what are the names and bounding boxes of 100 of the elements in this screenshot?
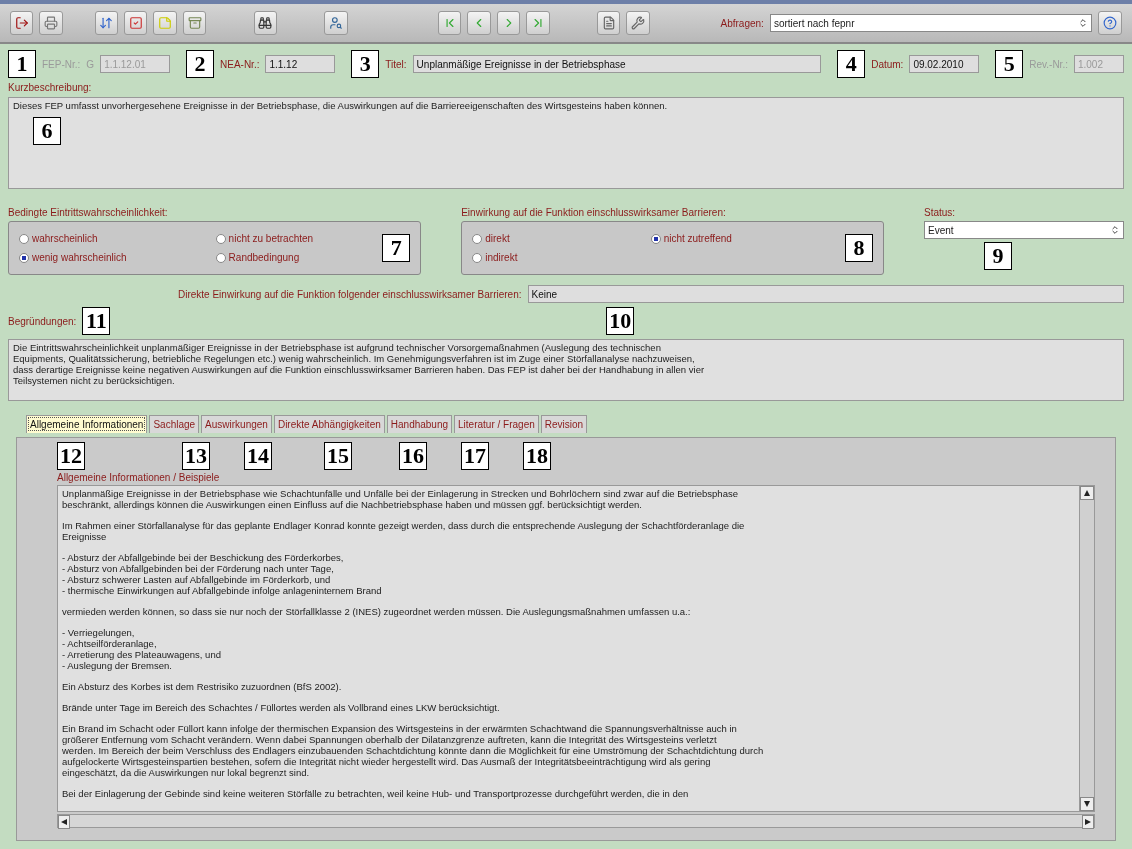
- checkbox-button[interactable]: [124, 11, 148, 35]
- checkbox-icon: [128, 16, 143, 30]
- field-label: FEP-Nr.:: [42, 58, 81, 70]
- radio-option[interactable]: Randbedingung: [215, 252, 373, 263]
- first-record-button[interactable]: [437, 11, 462, 35]
- group-label: Bedingte Eintrittswahrscheinlichkeit:: [8, 207, 169, 218]
- group-label: Einwirkung auf die Funktion einschlusswirksamer Barrieren:: [461, 207, 727, 218]
- callout-number: 17: [461, 442, 489, 470]
- field-label: NEA-Nr.:: [220, 58, 260, 70]
- radio-option[interactable]: indirekt: [472, 252, 621, 263]
- up-arrow-icon: [1083, 489, 1091, 497]
- callout-number: 11: [82, 307, 111, 335]
- left-arrow-icon: [60, 818, 68, 826]
- exit-icon: [14, 16, 29, 30]
- paragraph-text: Ein Brand im Schacht oder Füllort kann infolge der thermischen Expansion des Wirtsgesteins in der erwärmten Schachtwand die Spannungsverhältnisse auch in größerer Entfernung vom Schacht verändern. Wenn dabei Spannungen oberhalb der Dilatanzgrenze auftreten, kann die Integrität des Wirtsgesteins verletzt werden. Im Bereich der beim Verschluss des Endlagers einzubauenden Schachtdichtung könnte dann die Möglichkeit für eine Umströmung der Schachtdichtung durch aufgelockerte Wirtsgesteinspartien bestehen, sofern die Integrität nicht wieder hergestellt wird. Das Ausmaß der Integritätsbeeinträchtigung wird als gering eingeschätzt, da die Auswirkungen nur lokal begrenzt sind.: [62, 723, 765, 778]
- radio-option[interactable]: nicht zu betrachten: [215, 233, 373, 244]
- text-area[interactable]: [8, 339, 1124, 401]
- reasons-text: Die Eintrittswahrscheinlichkeit unplanmäßiger Ereignisse in der Betriebsphase ist aufgrund technischer Vorsorgemaßnahmen (Auslegung des technischen Equipments, Qualitätssicherung, betriebliche Regelungen etc.) wenig wahrscheinlich. Im Genehmigungsverfahren ist im Zuge einer Störfallanalyse nachzuweisen, dass derartige Ereignisse keine negativen Auswirkungen auf die Funktion einschlusswirksamer Barrieren haben. Das FEP ist daher bei der Handhabung in allen vier Teilsystemen nicht zu berücksichtigen.: [13, 342, 706, 386]
- tab[interactable]: Direkte Abhängigkeiten: [273, 415, 385, 433]
- sort-icon: [99, 16, 114, 30]
- help-icon: [1103, 16, 1118, 30]
- status-select[interactable]: Event: [924, 221, 1124, 239]
- text-area[interactable]: [57, 485, 1095, 812]
- text-field[interactable]: 1.1.12: [265, 55, 336, 73]
- callout-number: 5: [995, 50, 1024, 78]
- paragraph-text: Unplanmäßige Ereignisse in der Betriebsphase wie Schachtunfälle und Unfälle bei der Einlagerung in Strecken und Bohrlöchern sind zwar auf die Betriebsphase beschränkt, allerdings können die Auswirkungen einen Einfluss auf die Nachbetriebsphase haben und müssen ggf. berücksichtigt werden.: [62, 488, 739, 510]
- print-icon: [44, 16, 59, 30]
- radio-label: indirekt: [485, 252, 518, 263]
- query-label: Abfragen:: [720, 17, 764, 29]
- text-field[interactable]: Keine: [527, 285, 1124, 303]
- callout-number: 12: [57, 442, 85, 470]
- text-field[interactable]: 09.02.2010: [909, 55, 980, 73]
- radio-option[interactable]: wenig wahrscheinlich: [19, 252, 186, 263]
- tab[interactable]: Revision: [540, 415, 588, 433]
- tab[interactable]: Literatur / Fragen: [454, 415, 539, 433]
- radio-label: wahrscheinlich: [32, 233, 98, 244]
- section-label: Allgemeine Informationen / Beispiele: [57, 472, 221, 483]
- query-select[interactable]: sortiert nach fepnr: [769, 14, 1093, 32]
- radio-label: Randbedingung: [228, 252, 300, 263]
- tab[interactable]: Sachlage: [149, 415, 200, 433]
- user-search-icon: [328, 16, 343, 30]
- radio-option[interactable]: direkt: [472, 233, 621, 244]
- radio-label: direkt: [485, 233, 510, 244]
- binoculars-button[interactable]: [253, 11, 278, 35]
- callout-number: 14: [244, 442, 272, 470]
- radio-option[interactable]: wahrscheinlich: [19, 233, 186, 244]
- radio-option[interactable]: nicht zutreffend: [650, 233, 835, 244]
- previous-record-button[interactable]: [467, 11, 491, 35]
- radio-label: nicht zutreffend: [663, 233, 732, 244]
- right-arrow-icon: [1084, 818, 1092, 826]
- description-text: Dieses FEP umfasst unvorhergesehene Ereignisse in der Betriebsphase, die Auswirkungen auf die Barriereeigenschaften des Wirtsgesteins haben können.: [13, 100, 669, 111]
- document-button[interactable]: [596, 11, 621, 35]
- callout-number: 10: [606, 307, 635, 335]
- exit-button[interactable]: [10, 11, 34, 35]
- next-record-button[interactable]: [496, 11, 521, 35]
- callout-number: 16: [399, 442, 427, 470]
- dropdown-icon: [1110, 225, 1120, 235]
- horizontal-scrollbar[interactable]: [57, 814, 1095, 828]
- callout-number: 18: [523, 442, 551, 470]
- note-button[interactable]: [153, 11, 177, 35]
- callout-number: 15: [324, 442, 352, 470]
- status-label: Status:: [924, 207, 956, 218]
- paragraph-text: Ein Absturz des Korbes ist dem Restrisiko zuzuordnen (BfS 2002).: [62, 681, 343, 692]
- callout-number: 8: [845, 234, 873, 262]
- note-icon: [158, 16, 173, 30]
- wrench-button[interactable]: [626, 11, 650, 35]
- archive-button[interactable]: [182, 11, 207, 35]
- callout-number: 2: [186, 50, 214, 78]
- text-area[interactable]: Dieses FEP umfasst unvorhergesehene Ereignisse in der Betriebsphase, die Auswirkungen auf die Barriereeigenschaften des Wirtsgesteins haben können. 6: [8, 97, 1124, 189]
- dropdown-icon: [1078, 18, 1089, 28]
- user-search-button[interactable]: [324, 11, 348, 35]
- last-record-button[interactable]: [526, 11, 550, 35]
- field-label: Begründungen:: [8, 315, 77, 327]
- radio-label: wenig wahrscheinlich: [32, 252, 127, 263]
- help-button[interactable]: [1098, 11, 1122, 35]
- paragraph-text: Brände unter Tage im Bereich des Schachtes / Füllortes werden als Vollbrand eines LKW berücksichtigt.: [62, 702, 501, 713]
- field-label: Rev.-Nr.:: [1029, 58, 1068, 70]
- callout-number: 9: [984, 242, 1012, 270]
- callout-number: 1: [8, 50, 36, 78]
- tab[interactable]: Allgemeine Informationen: [26, 415, 148, 433]
- binoculars-icon: [258, 16, 273, 30]
- callout-number: 13: [182, 442, 210, 470]
- prefix-label: G: [86, 58, 95, 70]
- text-field[interactable]: Unplanmäßige Ereignisse in der Betriebsphase: [412, 55, 822, 73]
- down-arrow-icon: [1083, 800, 1091, 808]
- paragraph-text: - Absturz der Abfallgebinde bei der Beschickung des Förderkorbes, - Absturz von Abfallgebinden bei der Förderung nach unter Tage, - Absturz schwerer Lasten auf Abfallgebinde im Förderkorb, und - thermische Einwirkungen auf Abfallgebinde infolge anlageninternem Brand: [62, 552, 383, 596]
- callout-number: 3: [351, 50, 380, 78]
- document-icon: [601, 16, 616, 30]
- callout-number: 7: [382, 234, 411, 262]
- field-label: Kurzbeschreibung:: [8, 82, 93, 93]
- vertical-scrollbar[interactable]: [1079, 486, 1094, 811]
- paragraph-text: Im Rahmen einer Störfallanalyse für das geplante Endlager Konrad konnte gezeigt werden, dass durch die entsprechende Auslegung der Schachtförderanlage die Ereignisse: [62, 520, 746, 542]
- print-button[interactable]: [39, 11, 63, 35]
- sort-button[interactable]: [94, 11, 118, 35]
- wrench-icon: [631, 16, 646, 30]
- tab[interactable]: Auswirkungen: [201, 415, 272, 433]
- tab[interactable]: Handhabung: [386, 415, 453, 433]
- callout-number: 6: [33, 117, 61, 145]
- callout-number: 4: [837, 50, 866, 78]
- radio-label: nicht zu betrachten: [228, 233, 314, 244]
